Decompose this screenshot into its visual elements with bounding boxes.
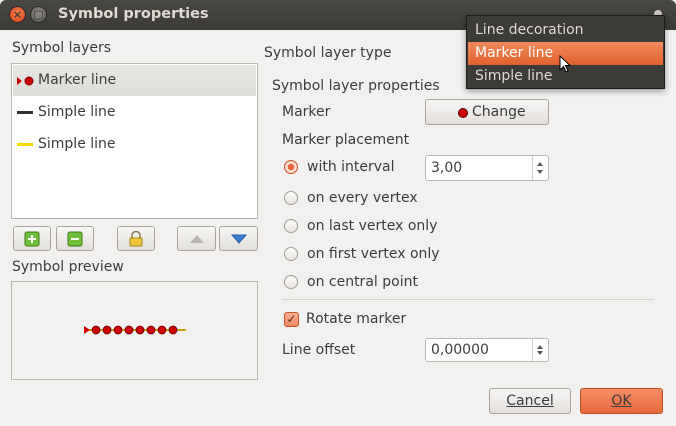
spin-arrows[interactable] — [532, 339, 548, 361]
symbol-preview-area — [11, 281, 258, 380]
preview-marker-dot — [124, 325, 134, 335]
layer-item-simple-line-dark[interactable]: Simple line — [13, 97, 256, 128]
move-down-button[interactable] — [219, 226, 258, 251]
spin-arrows[interactable] — [532, 156, 548, 180]
remove-icon — [67, 231, 83, 247]
preview-marker-dot — [146, 325, 156, 335]
mouse-cursor-icon — [559, 55, 572, 73]
interval-value: 3,00 — [431, 160, 463, 176]
radio-button[interactable] — [284, 247, 298, 261]
spin-up-icon[interactable] — [537, 162, 543, 166]
ok-button[interactable]: OK — [580, 388, 663, 414]
cancel-button[interactable]: Cancel — [489, 388, 571, 414]
option-label: Marker line — [475, 45, 554, 61]
radio-label: on last vertex only — [307, 218, 438, 234]
layer-item-simple-line-yellow[interactable]: Simple line — [13, 129, 256, 160]
radio-label: on first vertex only — [307, 246, 440, 262]
symbol-preview-heading: Symbol preview — [12, 259, 124, 275]
preview-arrow-marker — [84, 326, 90, 334]
close-icon: × — [12, 8, 23, 21]
spin-up-icon[interactable] — [537, 345, 543, 349]
close-window-button[interactable]: × — [9, 6, 26, 23]
arrow-up-icon — [189, 235, 204, 243]
add-icon — [24, 231, 40, 247]
separator — [282, 299, 654, 300]
arrow-down-icon — [230, 234, 247, 244]
layer-item-label: Simple line — [38, 104, 116, 120]
add-layer-button[interactable] — [13, 226, 51, 251]
move-up-button[interactable] — [177, 226, 216, 251]
rotate-marker-label: Rotate marker — [306, 311, 407, 327]
preview-marker-dot — [168, 325, 178, 335]
change-marker-button[interactable]: Change — [425, 99, 549, 125]
simple-line-dark-icon — [17, 111, 33, 114]
change-button-label: Change — [472, 104, 526, 120]
interval-spinbox[interactable]: 3,00 — [425, 155, 549, 181]
marker-placement-label: Marker placement — [282, 132, 410, 148]
radio-label: with interval — [307, 159, 395, 175]
marker-preview-icon — [458, 108, 468, 118]
preview-marker-dot — [91, 325, 101, 335]
simple-line-yellow-icon — [17, 143, 33, 146]
symbol-layer-properties-heading: Symbol layer properties — [272, 78, 440, 94]
maximize-icon: □ — [33, 8, 44, 21]
radio-label: on central point — [307, 274, 418, 290]
symbol-layer-type-label: Symbol layer type — [264, 45, 392, 61]
radio-button[interactable] — [284, 275, 298, 289]
cancel-label: Cancel — [506, 393, 554, 409]
lock-icon — [129, 230, 143, 247]
dropdown-option-line-decoration[interactable]: Line decoration — [468, 19, 663, 42]
line-offset-label: Line offset — [282, 342, 356, 358]
symbol-layers-heading: Symbol layers — [12, 40, 112, 56]
radio-label: on every vertex — [307, 190, 418, 206]
spin-down-icon[interactable] — [537, 351, 543, 355]
layer-item-label: Simple line — [38, 136, 116, 152]
radio-button[interactable] — [284, 219, 298, 233]
layer-item-marker-line[interactable]: Marker line — [13, 65, 256, 96]
marker-line-icon — [17, 76, 34, 86]
symbol-layer-type-dropdown[interactable]: Line decoration Marker line Simple line — [466, 15, 665, 89]
spin-down-icon[interactable] — [537, 170, 543, 174]
line-offset-value: 0,00000 — [431, 342, 489, 358]
window-title: Symbol properties — [58, 6, 209, 22]
marker-label: Marker — [282, 104, 331, 120]
ok-label: OK — [611, 393, 632, 409]
preview-marker-dot — [113, 325, 123, 335]
radio-button[interactable] — [284, 160, 298, 174]
maximize-window-button[interactable]: □ — [30, 6, 47, 23]
line-offset-spinbox[interactable]: 0,00000 — [425, 338, 549, 362]
radio-button[interactable] — [284, 191, 298, 205]
remove-layer-button[interactable] — [56, 226, 94, 251]
option-label: Line decoration — [475, 22, 584, 38]
layer-item-label: Marker line — [38, 72, 117, 88]
symbol-preview-line — [84, 325, 186, 335]
preview-marker-dot — [102, 325, 112, 335]
preview-marker-dot — [157, 325, 167, 335]
lock-layer-button[interactable] — [117, 226, 155, 251]
symbol-layers-list[interactable]: Marker line Simple line Simple line — [11, 63, 258, 219]
checkmark-icon[interactable]: ✓ — [284, 312, 299, 327]
option-label: Simple line — [475, 68, 553, 84]
preview-marker-dot — [135, 325, 145, 335]
